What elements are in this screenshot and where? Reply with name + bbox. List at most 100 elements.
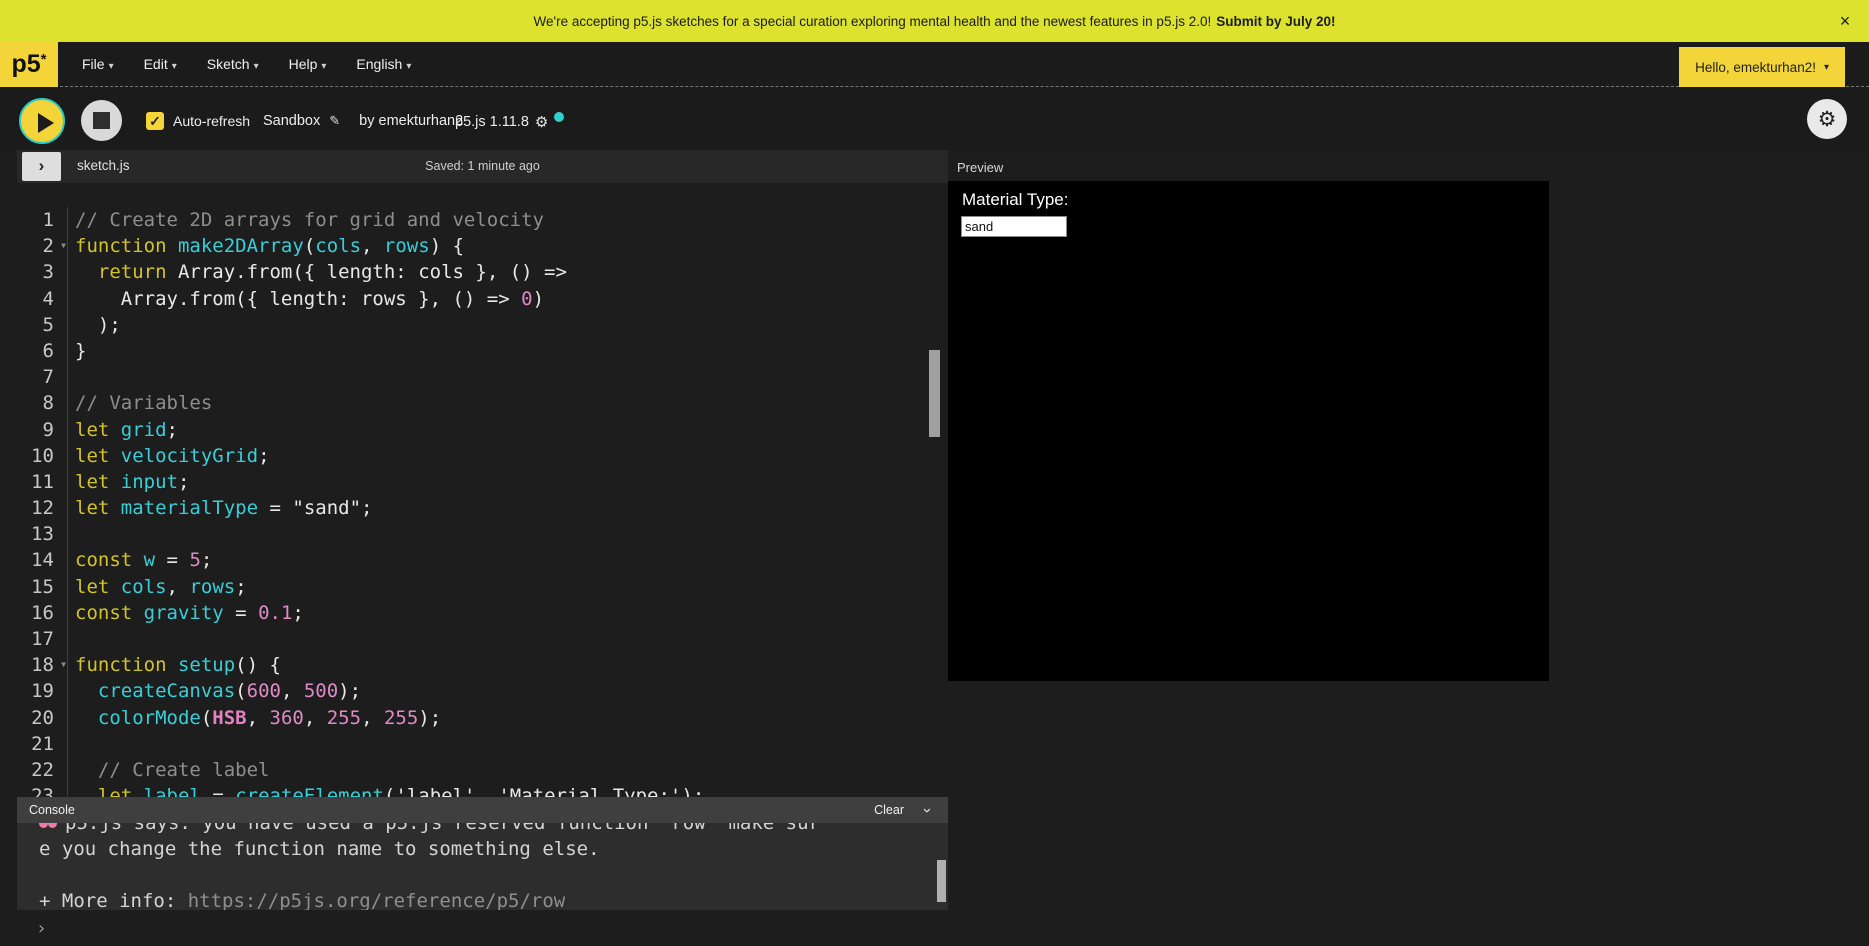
- line-number: 21: [17, 731, 68, 757]
- console-message: + More info: https://p5js.org/reference/…: [17, 888, 948, 910]
- version-settings-gear-icon[interactable]: ⚙: [535, 113, 548, 131]
- line-number: 17: [17, 626, 68, 652]
- console-title: Console: [29, 803, 75, 817]
- code-line[interactable]: 14const w = 5;: [17, 547, 948, 573]
- line-number: 13: [17, 521, 68, 547]
- code-line[interactable]: 11let input;: [17, 469, 948, 495]
- menu-sketch[interactable]: Sketch▾: [195, 48, 271, 80]
- tab-sketch-js[interactable]: sketch.js: [77, 158, 130, 173]
- stop-icon: [93, 112, 110, 129]
- fold-arrow-icon[interactable]: ▼: [61, 661, 66, 669]
- error-icon: [39, 823, 57, 835]
- line-number: 1: [17, 207, 68, 233]
- code-line[interactable]: 8// Variables: [17, 390, 948, 416]
- line-number: 14: [17, 547, 68, 573]
- code-line[interactable]: 4 Array.from({ length: rows }, () => 0): [17, 286, 948, 312]
- code-line[interactable]: 17: [17, 626, 948, 652]
- toolbar: ✓ Auto-refresh Sandbox ✎ by emekturhan2 …: [0, 88, 1869, 150]
- code-line[interactable]: 3 return Array.from({ length: cols }, ()…: [17, 259, 948, 285]
- line-number: 9: [17, 417, 68, 443]
- line-number: 18▼: [17, 652, 68, 678]
- code-line[interactable]: 7: [17, 364, 948, 390]
- p5js-web-editor: We're accepting p5.js sketches for a spe…: [0, 0, 1869, 946]
- project-name: Sandbox: [263, 113, 320, 129]
- chevron-down-icon: ▾: [109, 61, 114, 72]
- line-number: 22: [17, 757, 68, 783]
- code-line[interactable]: 2▼function make2DArray(cols, rows) {: [17, 233, 948, 259]
- code-line[interactable]: 19 createCanvas(600, 500);: [17, 678, 948, 704]
- p5-logo[interactable]: p5*: [0, 42, 58, 87]
- menu-help[interactable]: Help▾: [277, 48, 339, 80]
- menu-english[interactable]: English▾: [344, 48, 423, 80]
- line-number: 7: [17, 364, 68, 390]
- code-line[interactable]: 9let grid;: [17, 417, 948, 443]
- code-line[interactable]: 15let cols, rows;: [17, 574, 948, 600]
- line-number: 4: [17, 286, 68, 312]
- code-line[interactable]: 5 );: [17, 312, 948, 338]
- code-editor[interactable]: 1// Create 2D arrays for grid and veloci…: [17, 183, 948, 797]
- main-area: › Saved: 1 minute ago sketch.js 1// Crea…: [0, 150, 1869, 946]
- version-info: p5.js 1.11.8 ⚙: [455, 113, 564, 131]
- stop-button[interactable]: [81, 100, 122, 141]
- announcement-text: We're accepting p5.js sketches for a spe…: [534, 14, 1212, 29]
- code-line[interactable]: 10let velocityGrid;: [17, 443, 948, 469]
- line-number: 10: [17, 443, 68, 469]
- console-output: p5.js says: you have used a p5.js reserv…: [17, 823, 948, 910]
- menu-edit[interactable]: Edit▾: [132, 48, 189, 80]
- fold-arrow-icon[interactable]: ▼: [61, 242, 66, 250]
- console-header: Console Clear ›: [17, 797, 948, 823]
- code-line[interactable]: 12let materialType = "sand";: [17, 495, 948, 521]
- saved-status: Saved: 1 minute ago: [17, 159, 948, 173]
- line-number: 2▼: [17, 233, 68, 259]
- line-number: 19: [17, 678, 68, 704]
- project-info: Sandbox ✎ by emekturhan2: [263, 113, 463, 129]
- code-line[interactable]: 16const gravity = 0.1;: [17, 600, 948, 626]
- code-line[interactable]: 13: [17, 521, 948, 547]
- edit-project-name-icon[interactable]: ✎: [329, 113, 340, 129]
- material-type-label: Material Type:: [962, 190, 1068, 210]
- console-scrollbar[interactable]: [937, 860, 946, 902]
- auto-refresh-label: Auto-refresh: [173, 113, 250, 129]
- line-number: 16: [17, 600, 68, 626]
- line-number: 23: [17, 783, 68, 797]
- console-collapse-chevron-icon[interactable]: ›: [919, 808, 936, 813]
- editor-scrollbar[interactable]: [929, 350, 940, 437]
- sketch-canvas: Material Type:: [948, 181, 1549, 681]
- console-clear-button[interactable]: Clear: [874, 803, 904, 817]
- code-line[interactable]: 6}: [17, 338, 948, 364]
- close-icon[interactable]: ×: [1835, 11, 1855, 31]
- line-number: 15: [17, 574, 68, 600]
- code-line[interactable]: 22 // Create label: [17, 757, 948, 783]
- line-number: 8: [17, 390, 68, 416]
- settings-button[interactable]: ⚙: [1807, 99, 1847, 139]
- console-prompt[interactable]: ›: [36, 918, 47, 939]
- play-icon: [38, 113, 54, 133]
- line-number: 5: [17, 312, 68, 338]
- nav-bar: p5* File▾Edit▾Sketch▾Help▾English▾ Hello…: [0, 42, 1869, 87]
- code-line[interactable]: 20 colorMode(HSB, 360, 255, 255);: [17, 705, 948, 731]
- auto-refresh-checkbox[interactable]: ✓: [146, 112, 164, 130]
- file-header: › Saved: 1 minute ago sketch.js: [17, 150, 948, 183]
- code-line[interactable]: 23 let label = createElement('label', 'M…: [17, 783, 948, 797]
- line-number: 3: [17, 259, 68, 285]
- code-line[interactable]: 18▼function setup() {: [17, 652, 948, 678]
- console-message: [17, 862, 948, 888]
- console-message: p5.js says: you have used a p5.js reserv…: [17, 823, 948, 836]
- line-number: 6: [17, 338, 68, 364]
- chevron-down-icon: ▾: [172, 61, 177, 72]
- play-button[interactable]: [19, 98, 65, 144]
- preview-title: Preview: [957, 160, 1003, 175]
- account-button[interactable]: Hello, emekturhan2! ▾: [1679, 47, 1845, 87]
- code-line[interactable]: 21: [17, 731, 948, 757]
- menu-file[interactable]: File▾: [70, 48, 126, 80]
- material-type-input[interactable]: [961, 216, 1067, 237]
- account-label: Hello, emekturhan2!: [1695, 60, 1816, 75]
- code-line[interactable]: 1// Create 2D arrays for grid and veloci…: [17, 207, 948, 233]
- p5-version-label: p5.js 1.11.8: [455, 114, 529, 130]
- line-number: 20: [17, 705, 68, 731]
- auto-refresh: ✓ Auto-refresh: [146, 112, 250, 130]
- announcement-deadline[interactable]: Submit by July 20!: [1216, 14, 1335, 29]
- menu-bar: File▾Edit▾Sketch▾Help▾English▾: [70, 48, 423, 80]
- chevron-down-icon: ▾: [1824, 62, 1829, 73]
- project-author[interactable]: by emekturhan2: [359, 113, 463, 129]
